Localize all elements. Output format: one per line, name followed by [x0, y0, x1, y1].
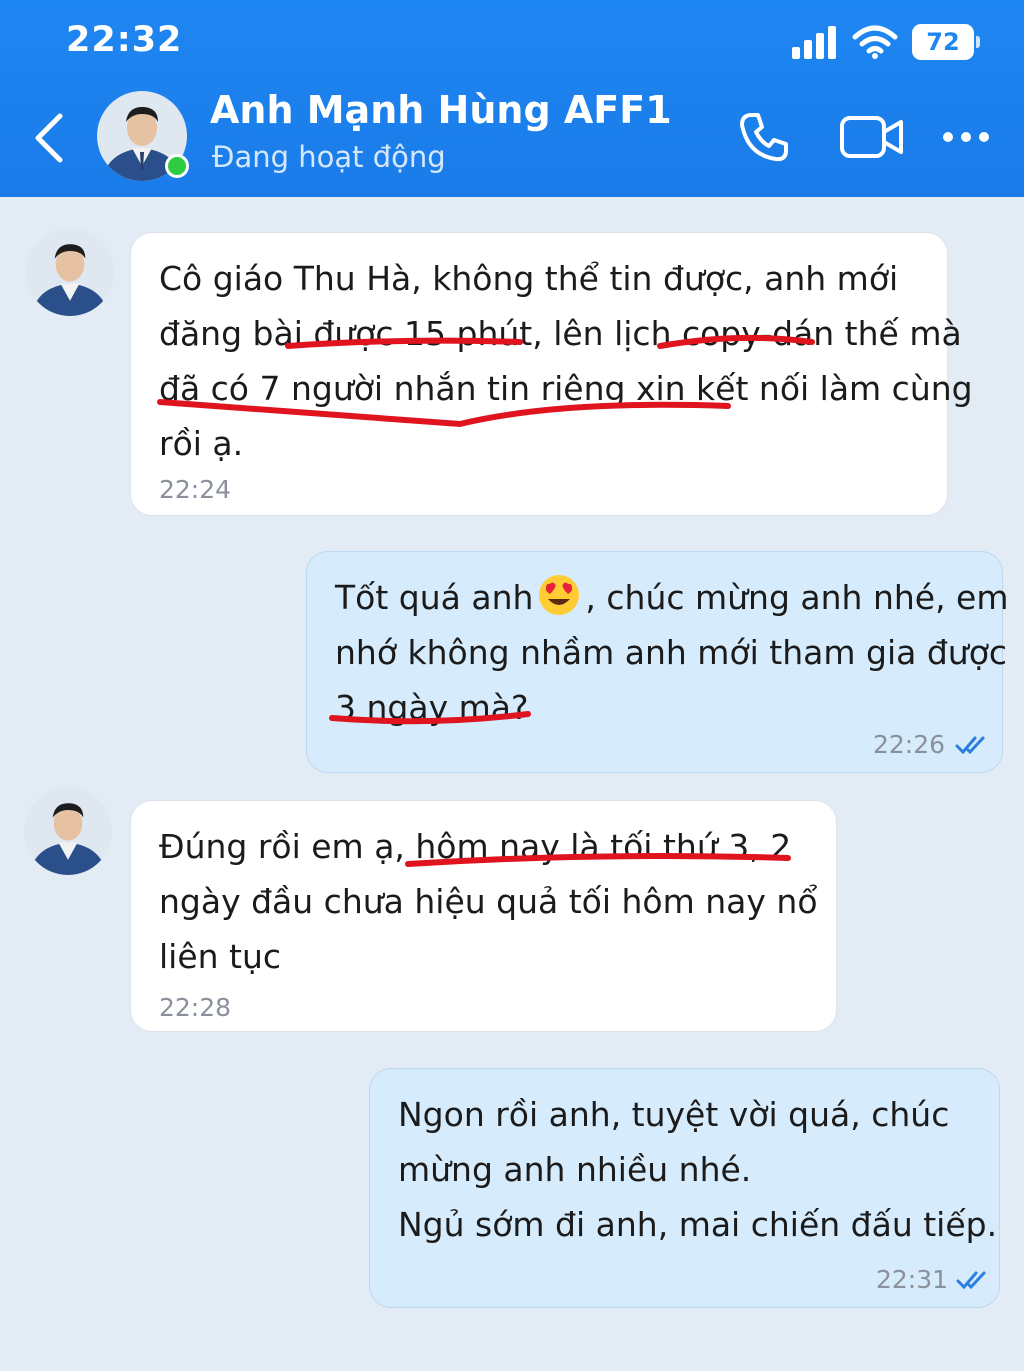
message-time: 22:31 — [876, 1265, 949, 1294]
message-text: liên tục — [159, 937, 282, 976]
message-bubble-outgoing[interactable]: Tốt quá anh , chúc mừng anh nhé, em nhớ … — [306, 551, 1009, 773]
message-bubble-outgoing[interactable]: Ngon rồi anh, tuyệt vời quá, chúc mừng a… — [369, 1068, 1000, 1308]
status-icons: 72 — [790, 22, 980, 62]
message-text: Đúng rồi em ạ, hôm nay là tối thứ 3, 2 — [159, 827, 792, 866]
back-chevron-icon[interactable] — [30, 112, 70, 164]
contact-name[interactable]: Anh Mạnh Hùng AFF1 — [210, 88, 672, 132]
message-text: Cô giáo Thu Hà, không thể tin được, anh … — [159, 259, 899, 298]
message-text: nhớ không nhầm anh mới tham gia được — [335, 633, 1008, 672]
sender-avatar[interactable] — [24, 787, 112, 875]
signal-icon — [792, 26, 836, 59]
message-text: đã có 7 người nhắn tin riêng xin kết nối… — [159, 369, 973, 408]
battery-icon: 72 — [912, 24, 980, 60]
heart-eyes-emoji — [539, 575, 580, 615]
contact-status: Đang hoạt động — [212, 140, 446, 174]
call-button[interactable] — [734, 108, 794, 166]
video-call-icon — [840, 116, 903, 158]
phone-icon — [740, 113, 788, 162]
video-call-button[interactable] — [838, 108, 906, 166]
more-options-button[interactable] — [936, 108, 996, 166]
message-time: 22:26 — [873, 730, 946, 759]
sender-avatar[interactable] — [26, 228, 114, 316]
message-text: 3 ngày mà? — [335, 688, 529, 727]
message-text: đăng bài được 15 phút, lên lịch copy-dán… — [159, 314, 962, 353]
message-text: rồi ạ. — [159, 424, 244, 463]
online-indicator — [165, 154, 189, 178]
message-text: mừng anh nhiều nhé. — [398, 1150, 752, 1189]
message-text: ngày đầu chưa hiệu quả tối hôm nay nổ — [159, 882, 818, 921]
double-check-icon — [956, 1271, 986, 1290]
message-text: Tốt quá anh , chúc mừng anh nhé, em — [335, 570, 1009, 625]
wifi-icon — [852, 25, 898, 59]
message-bubble-incoming[interactable]: Cô giáo Thu Hà, không thể tin được, anh … — [130, 232, 973, 516]
message-bubble-incoming[interactable]: Đúng rồi em ạ, hôm nay là tối thứ 3, 2 n… — [130, 800, 837, 1032]
double-check-icon — [955, 736, 985, 755]
message-time: 22:24 — [159, 475, 232, 504]
message-text: Ngủ sớm đi anh, mai chiến đấu tiếp. — [398, 1205, 998, 1244]
more-icon — [943, 132, 989, 142]
chat-header: 22:32 72 Anh Mạnh Hùng AFF1 Đang hoạt độ… — [0, 0, 1024, 197]
message-time: 22:28 — [159, 993, 232, 1022]
message-text: Ngon rồi anh, tuyệt vời quá, chúc — [398, 1095, 950, 1134]
status-time: 22:32 — [66, 20, 183, 60]
